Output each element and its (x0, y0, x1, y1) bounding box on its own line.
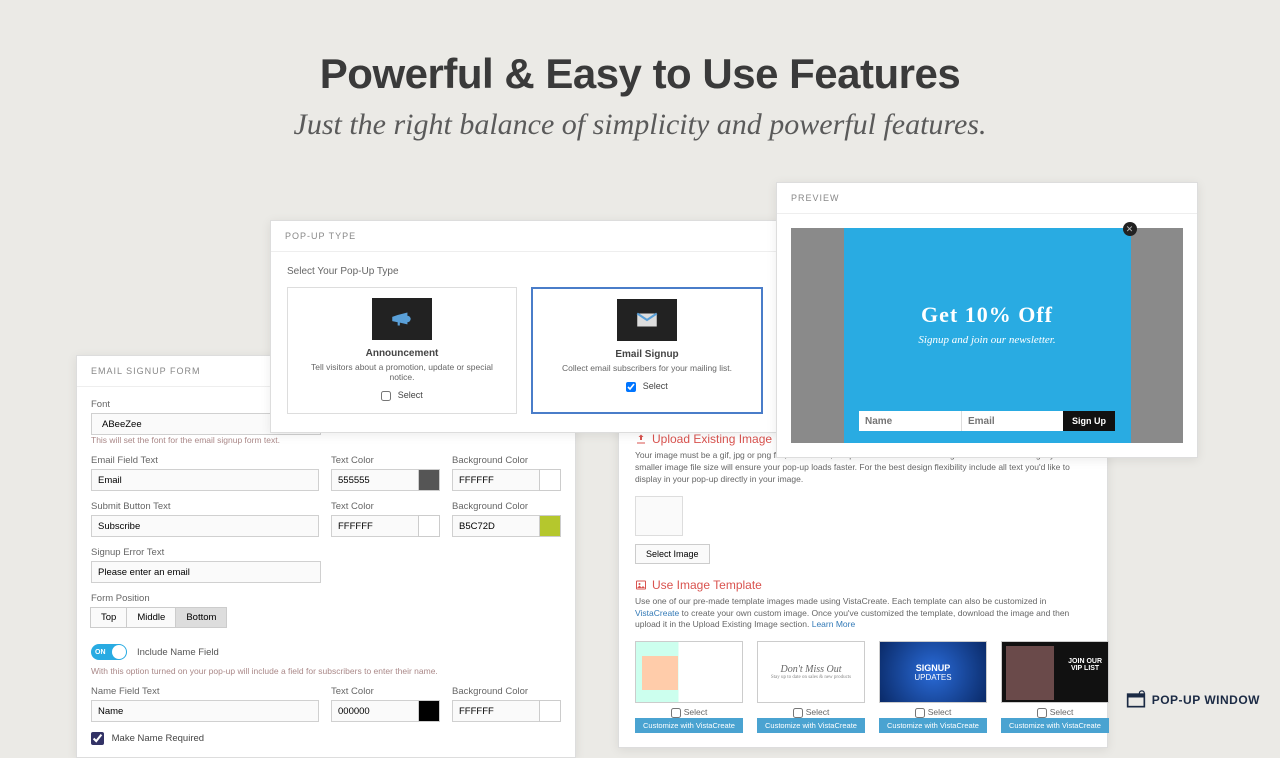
popup-type-label: Select Your Pop-Up Type (287, 266, 763, 277)
option-title: Announcement (300, 348, 504, 359)
font-hint: This will set the font for the email sig… (91, 435, 561, 445)
megaphone-icon (372, 298, 432, 340)
hero-subtitle: Just the right balance of simplicity and… (0, 108, 1280, 142)
option-checkbox[interactable] (626, 382, 636, 392)
template-select[interactable]: Select (1037, 707, 1074, 717)
preview-popup: ✕ Get 10% Off Signup and join our newsle… (844, 228, 1131, 443)
color-swatch[interactable] (418, 700, 440, 722)
vistacreate-link[interactable]: VistaCreate (635, 608, 679, 618)
email-field-label: Email Field Text (91, 455, 319, 466)
position-middle[interactable]: Middle (126, 607, 176, 628)
preview-subhead: Signup and join our newsletter. (918, 334, 1055, 346)
preview-name-input[interactable] (859, 411, 961, 431)
text-color-label: Text Color (331, 455, 440, 466)
template-thumb[interactable] (1001, 641, 1109, 703)
image-dropzone[interactable] (635, 496, 683, 536)
template-select[interactable]: Select (793, 707, 830, 717)
make-name-required[interactable]: Make Name Required (91, 733, 204, 744)
template-card: Don't Miss OutStay up to date on sales &… (757, 641, 865, 733)
name-field-label: Name Field Text (91, 686, 319, 697)
preview-form: Sign Up (859, 411, 1115, 431)
email-bg-color-input[interactable] (452, 469, 540, 491)
upload-icon (635, 433, 647, 445)
name-field-input[interactable] (91, 700, 319, 722)
customize-button[interactable]: Customize with VistaCreate (879, 718, 987, 733)
name-bg-color-input[interactable] (452, 700, 540, 722)
template-thumb[interactable] (635, 641, 743, 703)
color-swatch[interactable] (539, 515, 561, 537)
color-swatch[interactable] (539, 469, 561, 491)
position-label: Form Position (91, 593, 561, 604)
text-color-label: Text Color (331, 686, 440, 697)
color-swatch[interactable] (418, 469, 440, 491)
position-top[interactable]: Top (90, 607, 127, 628)
color-swatch[interactable] (539, 700, 561, 722)
template-card: Select Customize with VistaCreate (635, 641, 743, 733)
select-image-button[interactable]: Select Image (635, 544, 710, 564)
color-swatch[interactable] (418, 515, 440, 537)
preview-signup-button[interactable]: Sign Up (1063, 411, 1115, 431)
popup-type-header: POP-UP TYPE (271, 221, 779, 252)
name-text-color-input[interactable] (331, 700, 419, 722)
preview-stage: ✕ Get 10% Off Signup and join our newsle… (791, 228, 1183, 443)
option-checkbox[interactable] (381, 391, 391, 401)
hero-title: Powerful & Easy to Use Features (0, 50, 1280, 98)
option-select[interactable]: Select (381, 390, 423, 400)
customize-button[interactable]: Customize with VistaCreate (635, 718, 743, 733)
envelope-icon (617, 299, 677, 341)
popup-window-icon (1126, 690, 1146, 710)
popup-type-panel: POP-UP TYPE Select Your Pop-Up Type Anno… (270, 220, 780, 433)
submit-bg-color-input[interactable] (452, 515, 540, 537)
customize-button[interactable]: Customize with VistaCreate (757, 718, 865, 733)
template-card: SIGNUPUPDATES Select Customize with Vist… (879, 641, 987, 733)
include-name-hint: With this option turned on your pop-up w… (91, 666, 561, 676)
option-desc: Tell visitors about a promotion, update … (300, 362, 504, 382)
make-name-required-checkbox[interactable] (91, 732, 104, 745)
template-desc: Use one of our pre-made template images … (635, 596, 1091, 632)
learn-more-link[interactable]: Learn More (812, 619, 855, 629)
template-thumb[interactable]: SIGNUPUPDATES (879, 641, 987, 703)
template-thumb[interactable]: Don't Miss OutStay up to date on sales &… (757, 641, 865, 703)
include-name-toggle[interactable]: ON Include Name Field (91, 644, 219, 660)
preview-email-input[interactable] (961, 411, 1063, 431)
image-icon (635, 579, 647, 591)
submit-label: Submit Button Text (91, 501, 319, 512)
submit-text-input[interactable] (91, 515, 319, 537)
text-color-label: Text Color (331, 501, 440, 512)
preview-headline: Get 10% Off (921, 302, 1053, 328)
option-title: Email Signup (545, 349, 749, 360)
template-select[interactable]: Select (915, 707, 952, 717)
option-desc: Collect email subscribers for your maili… (545, 363, 749, 373)
template-card: Select Customize with VistaCreate (1001, 641, 1109, 733)
customize-button[interactable]: Customize with VistaCreate (1001, 718, 1109, 733)
position-bottom[interactable]: Bottom (175, 607, 227, 628)
bg-color-label: Background Color (452, 686, 561, 697)
template-section-title: Use Image Template (635, 578, 1091, 592)
preview-panel: PREVIEW ✕ Get 10% Off Signup and join ou… (776, 182, 1198, 458)
error-text-input[interactable] (91, 561, 321, 583)
bg-color-label: Background Color (452, 501, 561, 512)
brand-logo: POP-UP WINDOW (1126, 690, 1260, 710)
email-text-color-input[interactable] (331, 469, 419, 491)
option-select[interactable]: Select (626, 381, 668, 391)
popup-type-option-announcement[interactable]: Announcement Tell visitors about a promo… (287, 287, 517, 414)
submit-text-color-input[interactable] (331, 515, 419, 537)
preview-header: PREVIEW (777, 183, 1197, 214)
template-select[interactable]: Select (671, 707, 708, 717)
error-label: Signup Error Text (91, 547, 321, 558)
bg-color-label: Background Color (452, 455, 561, 466)
toggle-on-icon[interactable]: ON (91, 644, 127, 660)
popup-type-option-email-signup[interactable]: Email Signup Collect email subscribers f… (531, 287, 763, 414)
position-segmented: Top Middle Bottom (91, 607, 561, 628)
include-name-label: Include Name Field (137, 647, 219, 658)
close-icon[interactable]: ✕ (1123, 222, 1137, 236)
email-field-input[interactable] (91, 469, 319, 491)
